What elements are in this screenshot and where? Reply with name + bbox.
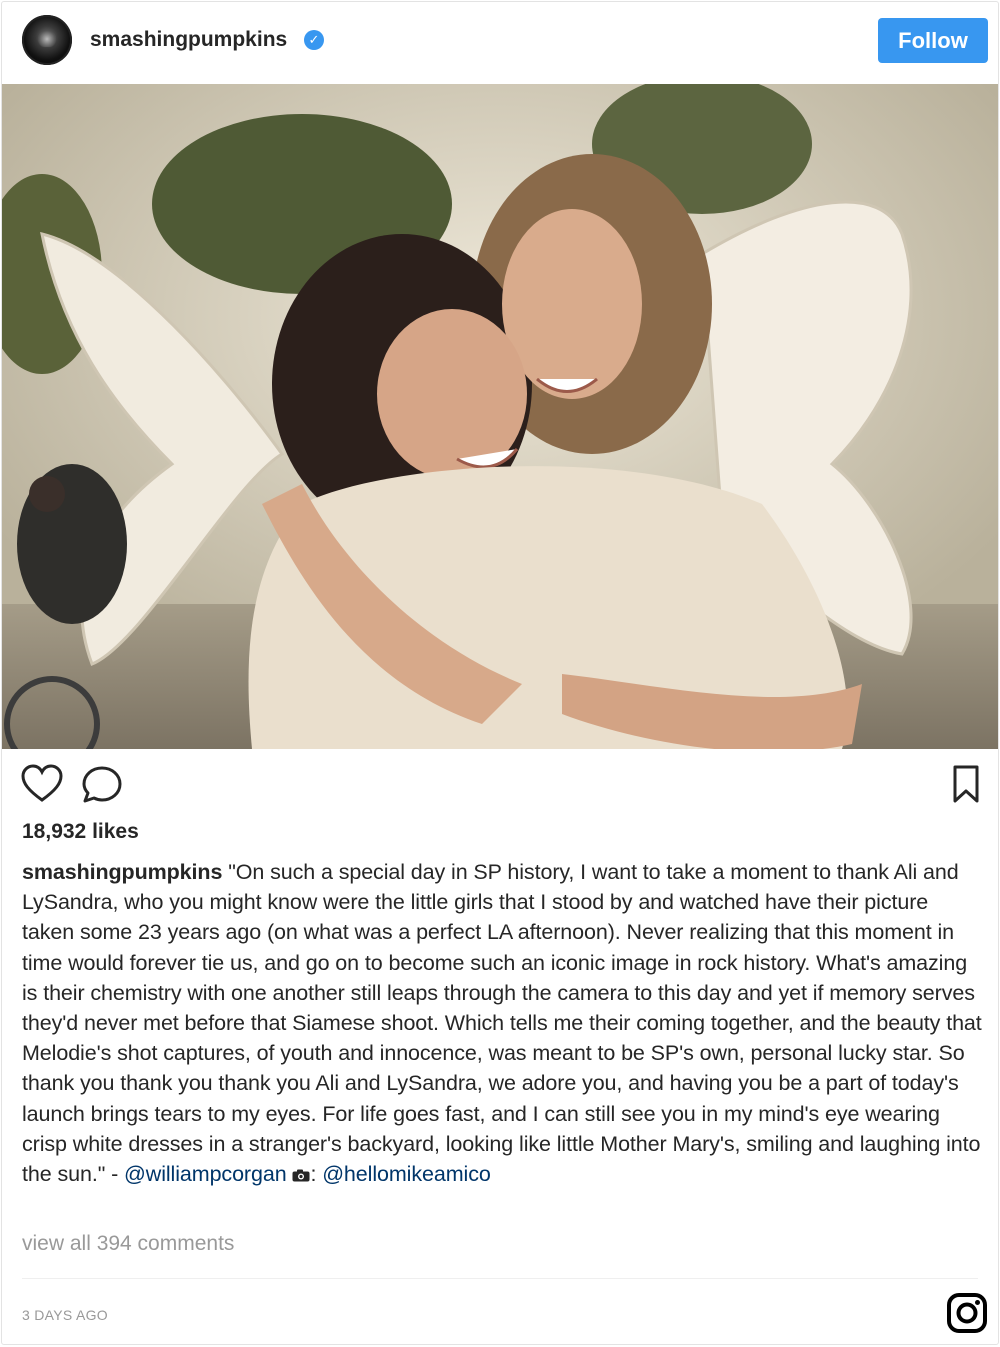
avatar[interactable] (22, 15, 72, 65)
follow-button[interactable]: Follow (878, 18, 988, 63)
bookmark-icon[interactable] (946, 764, 986, 804)
post-timestamp[interactable]: 3 DAYS AGO (22, 1307, 108, 1323)
verified-badge-icon: ✓ (304, 30, 324, 50)
divider (22, 1278, 978, 1279)
camera-icon (292, 1169, 310, 1182)
username-link[interactable]: smashingpumpkins (90, 28, 287, 52)
instagram-post-card: smashingpumpkins ✓ Follow 18,932 likes s… (1, 1, 999, 1345)
caption-username-link[interactable]: smashingpumpkins (22, 860, 222, 884)
caption-text: "On such a special day in SP history, I … (22, 860, 982, 1187)
heart-icon[interactable] (20, 764, 64, 804)
post-caption: smashingpumpkins "On such a special day … (22, 857, 982, 1189)
post-header: smashingpumpkins ✓ Follow (2, 2, 998, 84)
post-actions-bar (2, 754, 998, 814)
post-photo[interactable] (2, 84, 998, 749)
mention-link-williampcorgan[interactable]: @williampcorgan (124, 1162, 287, 1186)
comment-icon[interactable] (80, 764, 124, 804)
view-all-comments-link[interactable]: view all 394 comments (22, 1232, 234, 1256)
camera-credit-separator: : (310, 1162, 323, 1187)
post-photo-illustration (2, 84, 998, 749)
mention-link-hellomikeamico[interactable]: @hellomikeamico (322, 1162, 491, 1186)
likes-count[interactable]: 18,932 likes (22, 820, 139, 844)
instagram-icon[interactable] (946, 1292, 988, 1334)
